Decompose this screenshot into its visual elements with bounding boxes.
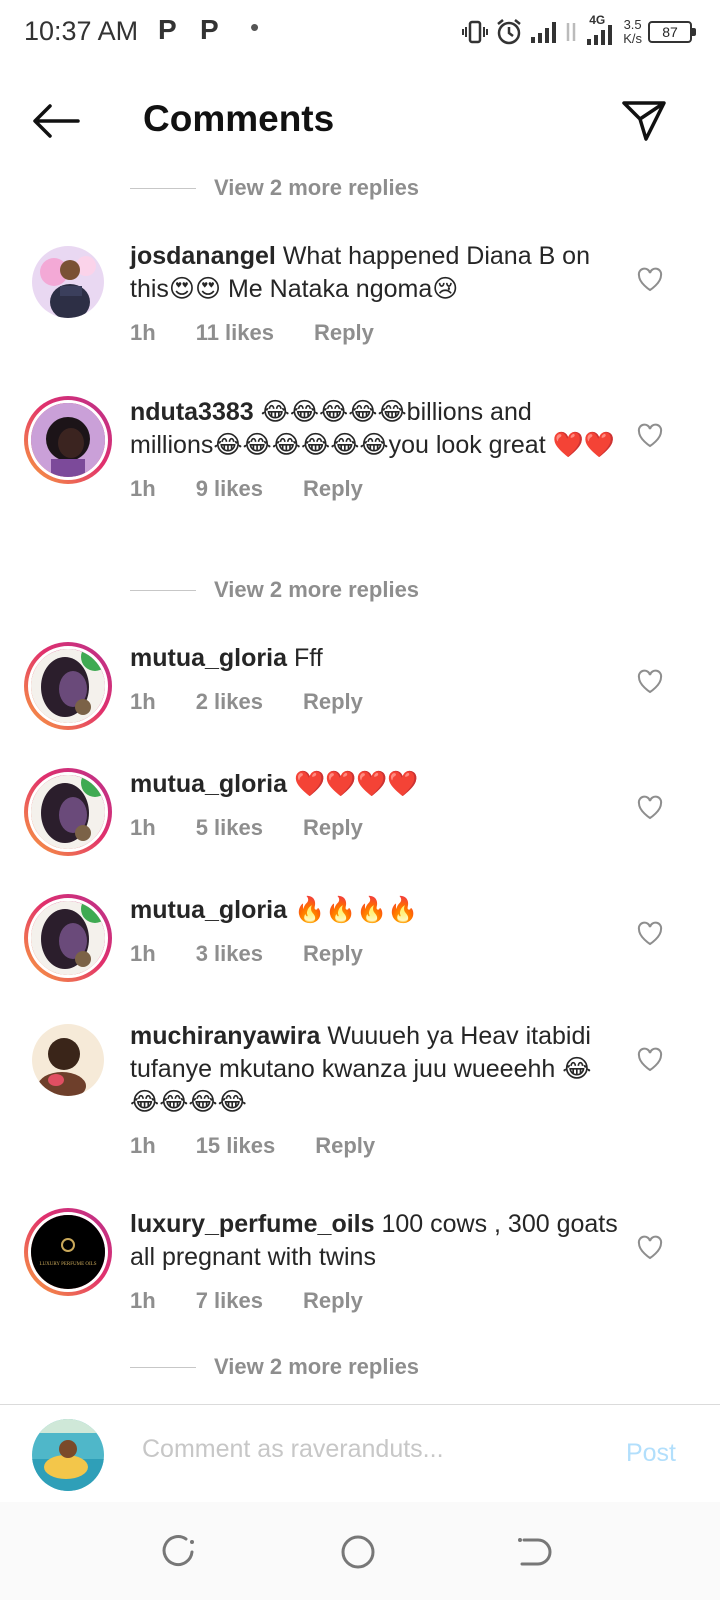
comment-username[interactable]: mutua_gloria [130,644,287,672]
system-navigation-bar [0,1502,720,1600]
comment-username[interactable]: luxury_perfume_oils [130,1210,375,1238]
reply-button[interactable]: Reply [303,476,363,502]
alarm-icon [497,19,521,45]
post-button[interactable]: Post [626,1439,676,1468]
avatar[interactable] [24,642,112,730]
comment-meta: 1h 2 likes Reply [130,689,620,715]
network-speed: 3.5 K/s [623,17,642,46]
recent-apps-icon[interactable] [156,1530,200,1574]
battery-icon: 87 [648,21,696,43]
reply-button[interactable]: Reply [303,689,363,715]
comments-list[interactable]: View 2 more replies josdanangel What hap… [0,166,720,1404]
current-user-avatar [32,1419,104,1491]
heart-icon[interactable] [636,920,664,948]
comment-time: 1h [130,1133,156,1158]
vibrate-icon [462,20,489,44]
comment-text: ❤️❤️❤️❤️ [293,770,419,798]
data-transfer-icon [566,23,576,41]
notification-more-dot: • [250,12,260,42]
replies-divider [130,187,196,189]
heart-icon[interactable] [636,266,664,294]
avatar[interactable] [24,768,112,856]
heart-icon[interactable] [636,794,664,822]
view-more-replies[interactable]: View 2 more replies [130,1347,419,1387]
replies-divider [130,1366,196,1368]
comment-likes[interactable]: 3 likes [196,941,263,967]
comment-meta: 1h 11 likes Reply [130,320,620,346]
comment-likes[interactable]: 15 likes [196,1133,276,1159]
comment-time: 1h [130,1288,156,1313]
comment-username[interactable]: muchiranyawira [130,1022,320,1050]
view-more-replies[interactable]: View 2 more replies [130,168,419,208]
back-button[interactable] [28,96,84,146]
comment-body: muchiranyawira Wuuueh ya Heav itabidi tu… [130,1020,620,1159]
comment-body: mutua_gloria Fff 1h 2 likes Reply [130,642,620,715]
comment-meta: 1h 3 likes Reply [130,941,620,967]
avatar[interactable] [24,894,112,982]
comment-text: Fff [293,644,323,672]
share-button[interactable] [616,94,672,148]
comment-meta: 1h 15 likes Reply [130,1133,620,1159]
heart-icon[interactable] [636,422,664,450]
reply-button[interactable]: Reply [303,815,363,841]
heart-icon[interactable] [636,668,664,696]
comment-time: 1h [130,320,156,345]
comment-likes[interactable]: 7 likes [196,1288,263,1314]
comment-time: 1h [130,941,156,966]
comment-likes[interactable]: 2 likes [196,689,263,715]
avatar[interactable] [24,396,112,484]
comment-meta: 1h 5 likes Reply [130,815,620,841]
heart-icon[interactable] [636,1046,664,1074]
view-replies-label: View 2 more replies [214,1354,420,1379]
notification-p-icon: P [158,14,177,45]
avatar[interactable] [32,1024,104,1096]
view-replies-label: View 2 more replies [214,577,420,602]
comment-username[interactable]: mutua_gloria [130,896,287,924]
comment-time: 1h [130,815,156,840]
replies-divider [130,589,196,591]
comment-input[interactable] [142,1435,562,1464]
comment-username[interactable]: nduta3383 [130,398,254,426]
comment-username[interactable]: mutua_gloria [130,770,287,798]
reply-button[interactable]: Reply [303,1288,363,1314]
comment-likes[interactable]: 5 likes [196,815,263,841]
reply-button[interactable]: Reply [314,320,374,346]
signal-icon [531,22,557,43]
luxury-logo-text: LUXURY PERFUME OILS [39,1262,96,1267]
avatar[interactable]: LUXURY PERFUME OILS [24,1208,112,1296]
avatar[interactable] [32,246,104,318]
reply-button[interactable]: Reply [303,941,363,967]
comment-body: luxury_perfume_oils 100 cows , 300 goats… [130,1208,620,1314]
reply-button[interactable]: Reply [315,1133,375,1159]
comment-body: mutua_gloria 🔥🔥🔥🔥 1h 3 likes Reply [130,894,620,967]
page-title: Comments [143,98,335,139]
comment-username[interactable]: josdanangel [130,242,276,270]
signal-4g-icon: 4G [585,13,617,47]
view-more-replies[interactable]: View 2 more replies [130,570,419,610]
status-bar: 10:37 AM P P • 4G 3.5 K/s 87 [0,0,720,66]
status-icons: 4G 3.5 K/s 87 [461,13,696,50]
arrow-left-icon [33,104,80,138]
back-nav-icon[interactable] [510,1530,554,1574]
view-replies-label: View 2 more replies [214,175,420,200]
header: Comments [0,80,720,160]
comment-composer: Post [0,1404,720,1502]
comment-meta: 1h 7 likes Reply [130,1288,620,1314]
heart-icon[interactable] [636,1234,664,1262]
comment-meta: 1h 9 likes Reply [130,476,620,502]
comment-likes[interactable]: 9 likes [196,476,263,502]
status-time: 10:37 AM [24,16,139,46]
comment-text: 🔥🔥🔥🔥 [293,896,419,924]
comment-time: 1h [130,689,156,714]
paper-plane-icon [622,101,666,141]
comment-body: josdanangel What happened Diana B on thi… [130,240,620,346]
comment-likes[interactable]: 11 likes [196,320,274,346]
comment-body: nduta3383 😂😂😂😂😂billions and millions😂😂😂😂… [130,396,620,502]
home-icon[interactable] [336,1530,380,1574]
comment-body: mutua_gloria ❤️❤️❤️❤️ 1h 5 likes Reply [130,768,620,841]
notification-p-icon: P [200,14,219,45]
comment-time: 1h [130,476,156,501]
